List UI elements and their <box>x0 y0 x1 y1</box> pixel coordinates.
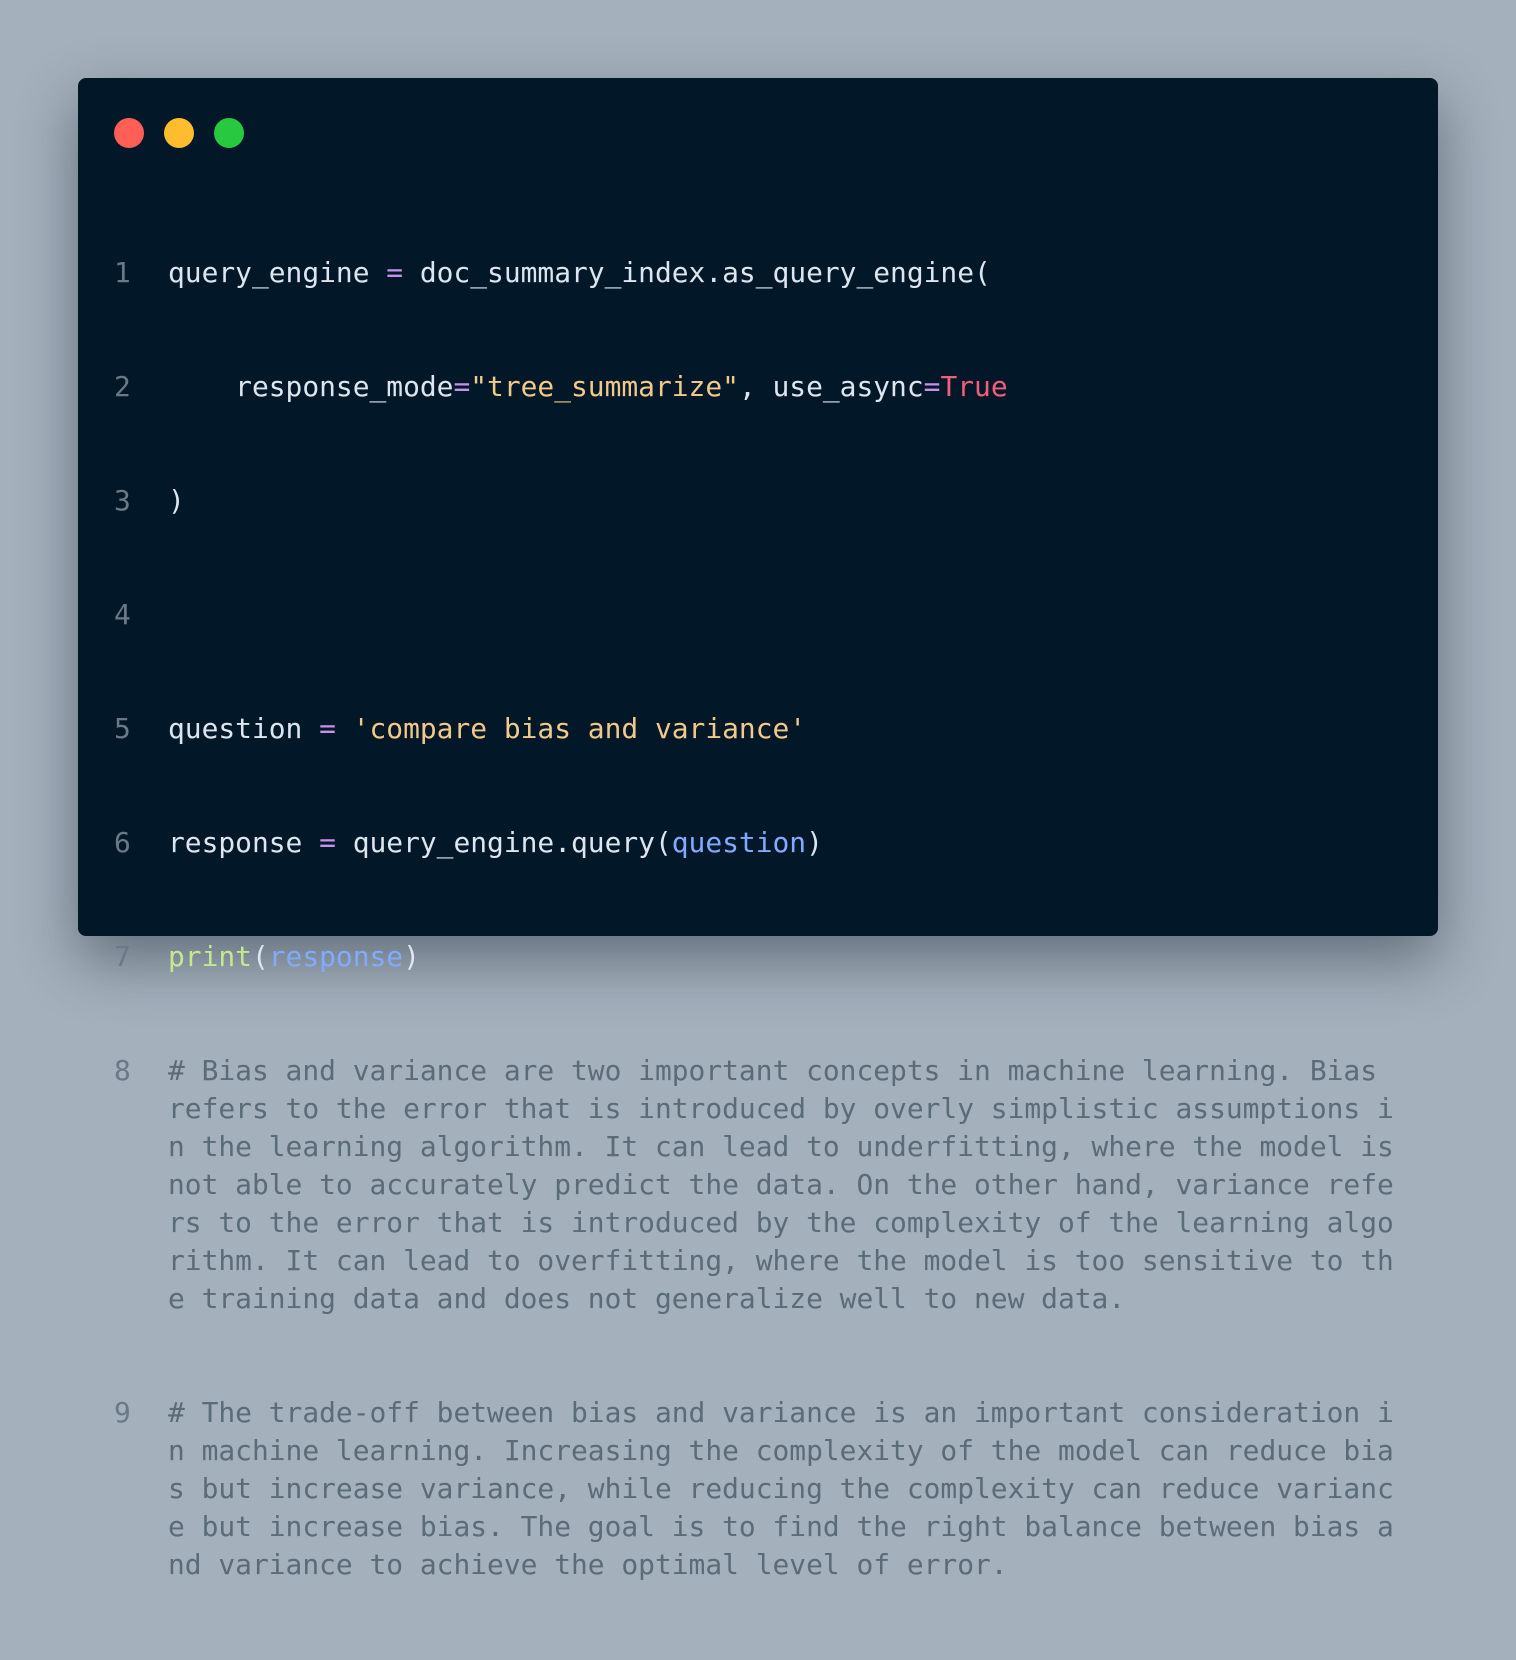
line-number: 5 <box>114 712 131 745</box>
code-comment: # Bias and variance are two important co… <box>168 1054 1411 1315</box>
line-number: 4 <box>114 598 131 631</box>
code-line: 9 # The trade-off between bias and varia… <box>114 1394 1398 1584</box>
line-number: 9 <box>114 1396 131 1429</box>
line-number: 6 <box>114 826 131 859</box>
code-block: 1 query_engine = doc_summary_index.as_qu… <box>114 178 1398 1660</box>
code-line: 3 ) <box>114 482 1398 520</box>
code-line: 6 response = query_engine.query(question… <box>114 824 1398 862</box>
code-text: response = query_engine.query(question) <box>168 826 823 859</box>
code-line: 5 question = 'compare bias and variance' <box>114 710 1398 748</box>
code-text: print(response) <box>168 940 420 973</box>
close-dot-icon[interactable] <box>114 118 144 148</box>
line-number: 2 <box>114 370 131 403</box>
code-text: response_mode="tree_summarize", use_asyn… <box>168 370 1008 403</box>
code-window: 1 query_engine = doc_summary_index.as_qu… <box>78 78 1438 1581</box>
code-text: query_engine = doc_summary_index.as_quer… <box>168 256 991 289</box>
line-number: 3 <box>114 484 131 517</box>
code-text: question = 'compare bias and variance' <box>168 712 807 745</box>
code-line: 8 # Bias and variance are two important … <box>114 1052 1398 1318</box>
minimize-dot-icon[interactable] <box>164 118 194 148</box>
line-number: 7 <box>114 940 131 973</box>
line-number: 8 <box>114 1054 131 1087</box>
code-line: 7 print(response) <box>114 938 1398 976</box>
maximize-dot-icon[interactable] <box>214 118 244 148</box>
code-comment: # The trade-off between bias and varianc… <box>168 1396 1394 1581</box>
code-line: 2 response_mode="tree_summarize", use_as… <box>114 368 1398 406</box>
code-text: ) <box>168 484 185 517</box>
code-line: 1 query_engine = doc_summary_index.as_qu… <box>114 254 1398 292</box>
line-number: 1 <box>114 256 131 289</box>
code-line: 4 <box>114 596 1398 634</box>
